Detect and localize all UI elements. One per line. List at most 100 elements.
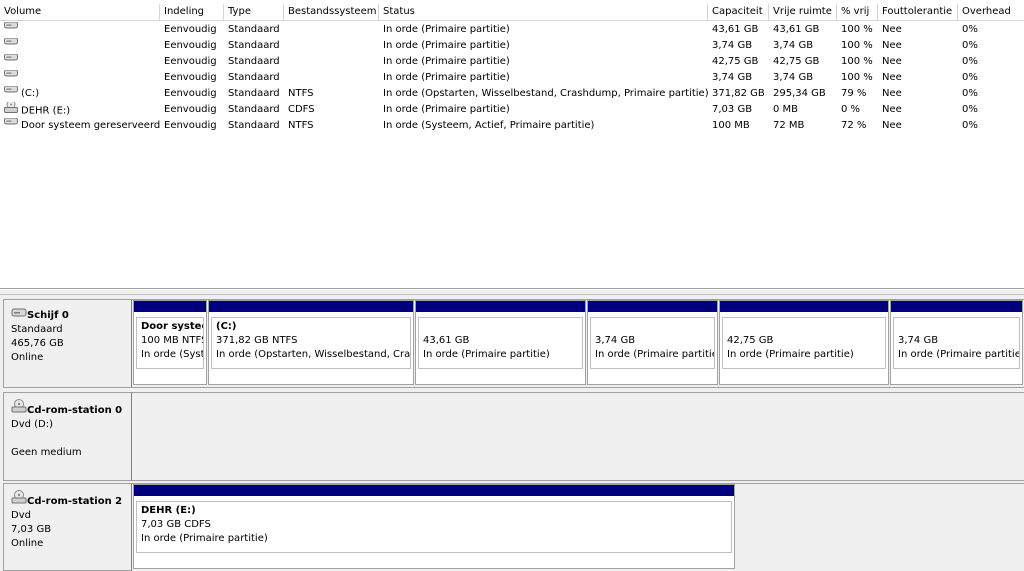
cell-text: In orde (Primaire partitie) xyxy=(383,104,510,115)
cell-type: Standaard xyxy=(224,102,284,118)
cell-text: DEHR (E:) xyxy=(21,105,71,117)
cell-free-space: 42,75 GB xyxy=(769,54,837,70)
cell-pct-free: 100 % xyxy=(837,22,878,38)
disk-size xyxy=(11,432,131,446)
cell-type: Standaard xyxy=(224,86,284,102)
disk-type: Dvd xyxy=(11,510,31,521)
cell-text: Nee xyxy=(882,56,902,67)
column-header-filesystem[interactable]: Bestandssysteem xyxy=(284,4,379,21)
cell-pct-free: 100 % xyxy=(837,38,878,54)
partition-block[interactable]: DEHR (E:) 7,03 GB CDFS In orde (Primaire p… xyxy=(133,484,735,569)
cell-text: Standaard xyxy=(228,24,280,35)
cell-layout: Eenvoudig xyxy=(160,102,224,118)
partition-status: In orde (Primaire partitie) xyxy=(141,533,268,544)
column-header-overhead[interactable]: Overhead xyxy=(958,4,1024,21)
drive-icon xyxy=(4,22,18,36)
column-header-capacity[interactable]: Capaciteit xyxy=(708,4,769,21)
cell-text: In orde (Opstarten, Wisselbestand, Crash… xyxy=(383,88,708,99)
partition-info: 42,75 GB In orde (Primaire partitie) xyxy=(722,317,886,369)
disk-size: 7,03 GB xyxy=(11,524,52,535)
cell-text: 0% xyxy=(962,56,978,67)
drive-icon xyxy=(4,38,18,52)
partition-size: 43,61 GB xyxy=(423,335,470,346)
cell-free-space: 43,61 GB xyxy=(769,22,837,38)
cell-text: NTFS xyxy=(288,88,314,99)
table-row[interactable]: Door systeem gereserveerd Eenvoudig Standa… xyxy=(0,118,1024,134)
table-row[interactable]: Eenvoudig Standaard In orde (Primaire part… xyxy=(0,54,1024,70)
cell-text: 3,74 GB xyxy=(773,72,814,83)
cell-text: 42,75 GB xyxy=(773,56,820,67)
cell-text: 72 % xyxy=(841,120,867,131)
cell-text: 3,74 GB xyxy=(712,40,753,51)
cell-free-space: 72 MB xyxy=(769,118,837,134)
cd-drive-icon xyxy=(11,490,27,509)
cell-volume: Door systeem gereserveerd xyxy=(0,118,160,134)
disk-label-cd-rom-0[interactable]: Cd-rom-station 0 Dvd (D:) Geen medium xyxy=(3,392,132,481)
cell-capacity: 3,74 GB xyxy=(708,70,769,86)
cell-volume xyxy=(0,22,160,38)
cell-status: In orde (Systeem, Actief, Primaire parti… xyxy=(379,118,708,134)
drive-icon xyxy=(4,86,18,100)
partition-bar xyxy=(588,301,717,314)
disk-size: 465,76 GB xyxy=(11,338,64,349)
partition-block[interactable]: 3,74 GB In orde (Primaire partitie) xyxy=(587,300,718,385)
partition-info: 43,61 GB In orde (Primaire partitie) xyxy=(418,317,583,369)
column-header-volume[interactable]: Volume xyxy=(0,4,160,21)
table-row[interactable]: Eenvoudig Standaard In orde (Primaire part… xyxy=(0,22,1024,38)
cell-type: Standaard xyxy=(224,22,284,38)
cell-pct-free: 100 % xyxy=(837,54,878,70)
column-header-free-space[interactable]: Vrije ruimte xyxy=(769,4,837,21)
column-header-type[interactable]: Type xyxy=(224,4,284,21)
table-row[interactable]: Eenvoudig Standaard In orde (Primaire part… xyxy=(0,70,1024,86)
cell-filesystem: CDFS xyxy=(284,102,379,118)
disk-type: Dvd (D:) xyxy=(11,419,54,430)
cell-status: In orde (Primaire partitie) xyxy=(379,70,708,86)
cell-text: 100 % xyxy=(841,56,873,67)
partition-block[interactable]: 3,74 GB In orde (Primaire partitie) xyxy=(890,300,1023,385)
partition-info: DEHR (E:) 7,03 GB CDFS In orde (Primaire p… xyxy=(136,501,732,553)
cell-text: Nee xyxy=(882,40,902,51)
cell-text: 100 % xyxy=(841,72,873,83)
partition-size: 7,03 GB CDFS xyxy=(141,519,211,530)
drive-icon xyxy=(4,70,18,84)
cell-text: Eenvoudig xyxy=(164,104,217,115)
table-row[interactable]: DEHR (E:) Eenvoudig Standaard CDFS In orde (… xyxy=(0,102,1024,118)
cell-text: CDFS xyxy=(288,104,315,115)
partition-name: (C:) xyxy=(216,321,237,332)
volume-list[interactable]: Volume Indeling Type Bestandssysteem Sta… xyxy=(0,0,1024,289)
column-header-fault-tolerance[interactable]: Fouttolerantie xyxy=(878,4,958,21)
cell-text: 295,34 GB xyxy=(773,88,826,99)
cell-capacity: 7,03 GB xyxy=(708,102,769,118)
disk-label-cd-rom-2[interactable]: Cd-rom-station 2 Dvd 7,03 GB Online xyxy=(3,483,132,571)
cell-layout: Eenvoudig xyxy=(160,38,224,54)
partition-block[interactable]: 42,75 GB In orde (Primaire partitie) xyxy=(719,300,889,385)
cell-text: Standaard xyxy=(228,56,280,67)
partition-block[interactable]: Door systeem gereserveerd 100 MB NTFS In o… xyxy=(133,300,207,385)
cell-text: Nee xyxy=(882,88,902,99)
partition-block[interactable]: 43,61 GB In orde (Primaire partitie) xyxy=(415,300,586,385)
column-header-layout[interactable]: Indeling xyxy=(160,4,224,21)
cell-text: Eenvoudig xyxy=(164,56,217,67)
partition-block[interactable]: (C:) 371,82 GB NTFS In orde (Opstarten, Wi… xyxy=(208,300,414,385)
partition-info: 3,74 GB In orde (Primaire partitie) xyxy=(893,317,1020,369)
cell-status: In orde (Primaire partitie) xyxy=(379,54,708,70)
cell-text: 3,74 GB xyxy=(773,40,814,51)
column-header-status[interactable]: Status xyxy=(379,4,708,21)
partition-info: Door systeem gereserveerd 100 MB NTFS In o… xyxy=(136,317,204,369)
disk-title: Cd-rom-station 2 xyxy=(11,490,131,509)
disk-label-schijf-0[interactable]: Schijf 0 Standaard 465,76 GB Online xyxy=(3,299,132,388)
partition-bar xyxy=(209,301,413,314)
cell-text: 100 % xyxy=(841,40,873,51)
cell-status: In orde (Primaire partitie) xyxy=(379,22,708,38)
cell-overhead: 0% xyxy=(958,102,1024,118)
drive-icon xyxy=(4,118,18,132)
table-row[interactable]: (C:) Eenvoudig Standaard NTFS In orde (Opsta… xyxy=(0,86,1024,102)
cell-text: Nee xyxy=(882,104,902,115)
cell-text: Nee xyxy=(882,120,902,131)
column-header-pct-free[interactable]: % vrij xyxy=(837,4,878,21)
cell-text: Eenvoudig xyxy=(164,24,217,35)
cell-volume: (C:) xyxy=(0,86,160,102)
table-row[interactable]: Eenvoudig Standaard In orde (Primaire part… xyxy=(0,38,1024,54)
disk-partitions-schijf-0: Door systeem gereserveerd 100 MB NTFS In o… xyxy=(132,299,1024,388)
cell-text: Nee xyxy=(882,72,902,83)
